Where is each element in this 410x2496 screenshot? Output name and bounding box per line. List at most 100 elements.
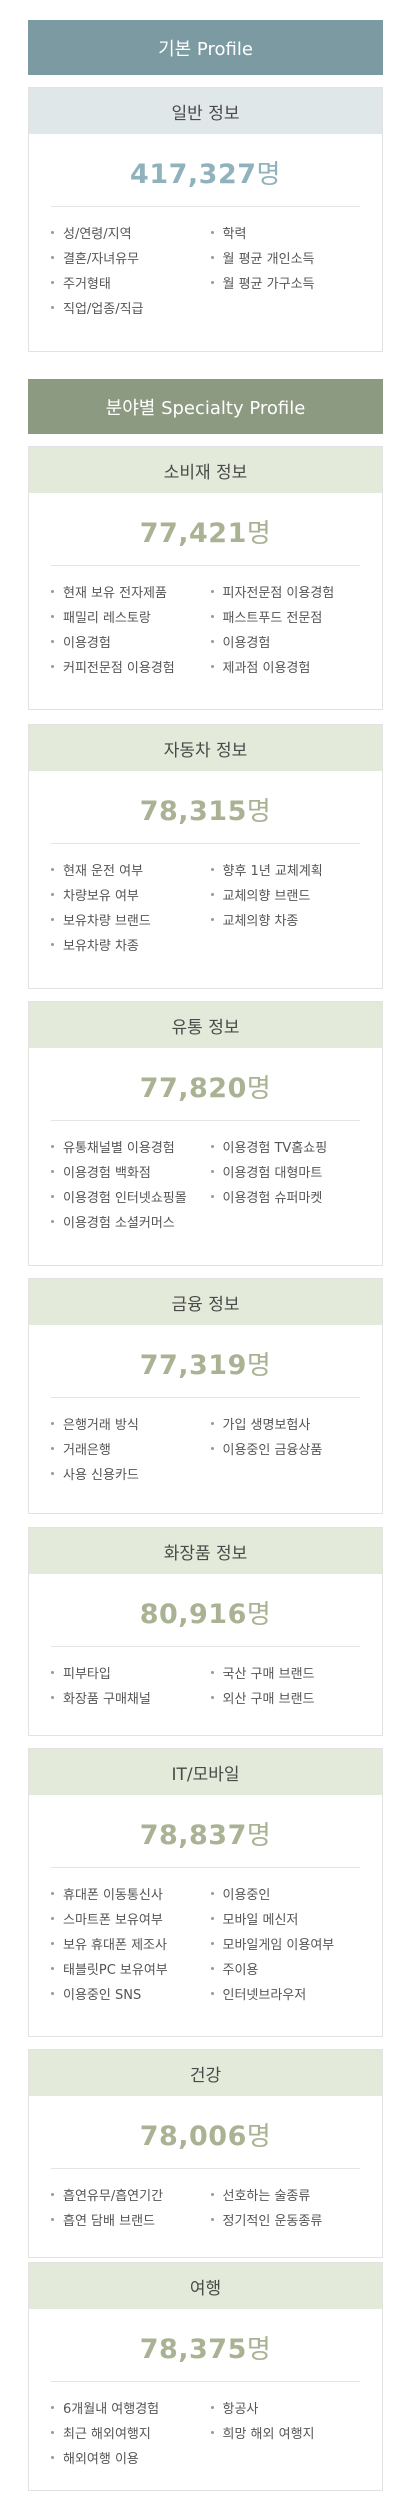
list-item: 휴대폰 이동통신사 <box>51 1884 201 1903</box>
list-item: 교체의향 브랜드 <box>210 885 361 904</box>
respondent-count: 417,327명 <box>29 154 382 191</box>
card-automotive: 자동차 정보 78,315명 현재 운전 여부 향후 1년 교체계획 차량보유 … <box>28 724 383 989</box>
bullet-icon <box>210 1170 214 1173</box>
card-title: 자동차 정보 <box>29 725 382 771</box>
card-title: IT/모바일 <box>29 1749 382 1795</box>
bullet-icon <box>210 1422 214 1425</box>
list-item: 월 평균 개인소득 <box>210 248 361 267</box>
count-number: 78,375 <box>139 2334 247 2365</box>
list-item: 최근 해외여행지 <box>51 2423 201 2442</box>
bullet-icon <box>210 281 214 284</box>
bullet-icon <box>51 306 54 309</box>
item-label: 패스트푸드 전문점 <box>222 611 323 626</box>
bullet-icon <box>51 1892 54 1895</box>
item-list: 성/연령/지역 학력 결혼/자녀유무 월 평균 개인소득 주거형태 월 평균 가… <box>29 207 382 317</box>
bullet-icon <box>51 281 54 284</box>
list-item: 현재 보유 전자제품 <box>51 582 201 601</box>
card-title: 유통 정보 <box>29 1002 382 1048</box>
bullet-icon <box>210 590 214 593</box>
item-label: 현재 운전 여부 <box>63 864 144 879</box>
item-label: 모바일 메신저 <box>222 1913 299 1928</box>
list-item: 이용경험 TV홈쇼핑 <box>210 1137 361 1156</box>
item-list: 피부타입 국산 구매 브랜드 화장품 구매채널 외산 구매 브랜드 <box>29 1647 382 1707</box>
item-label: 보유 휴대폰 제조사 <box>63 1938 167 1953</box>
list-item: 스마트폰 보유여부 <box>51 1909 201 1928</box>
item-list: 휴대폰 이동통신사 이용중인 스마트폰 보유여부 모바일 메신저 보유 휴대폰 … <box>29 1868 382 2003</box>
bullet-icon <box>210 2218 214 2221</box>
item-label: 화장품 구매채널 <box>63 1692 151 1707</box>
bullet-icon <box>51 2431 54 2434</box>
bullet-icon <box>51 231 54 234</box>
bullet-icon <box>51 1145 54 1148</box>
bullet-icon <box>210 1967 214 1970</box>
item-label: 휴대폰 이동통신사 <box>63 1888 163 1903</box>
item-label: 제과점 이용경험 <box>222 661 311 676</box>
bullet-icon <box>51 893 54 896</box>
item-label: 인터넷브라우저 <box>222 1988 307 2003</box>
list-item: 피부타입 <box>51 1663 201 1682</box>
list-item: 유통채널별 이용경험 <box>51 1137 201 1156</box>
item-label: 주거형태 <box>63 277 111 292</box>
bullet-icon <box>51 665 54 668</box>
item-list: 현재 운전 여부 향후 1년 교체계획 차량보유 여부 교체의향 브랜드 보유차… <box>29 844 382 954</box>
list-item: 사용 신용카드 <box>51 1464 201 1483</box>
list-item: 직업/업종/직급 <box>51 298 201 317</box>
bullet-icon <box>51 1220 54 1223</box>
bullet-icon <box>51 1195 54 1198</box>
bullet-icon <box>51 256 54 259</box>
bullet-icon <box>210 1917 214 1920</box>
specialty-profile-banner: 분야별 Specialty Profile <box>28 379 383 434</box>
count-unit: 명 <box>246 1821 272 1851</box>
bullet-icon <box>210 893 214 896</box>
item-label: 스마트폰 보유여부 <box>63 1913 163 1928</box>
item-label: 6개월내 여행경험 <box>63 2402 160 2417</box>
list-item: 주거형태 <box>51 273 201 292</box>
list-item: 국산 구매 브랜드 <box>210 1663 361 1682</box>
item-label: 결혼/자녀유무 <box>63 252 140 267</box>
list-item: 주이용 <box>210 1959 361 1978</box>
bullet-icon <box>51 943 54 946</box>
respondent-count: 77,319명 <box>29 1345 382 1382</box>
card-title: 화장품 정보 <box>29 1528 382 1574</box>
card-title: 여행 <box>29 2263 382 2309</box>
item-list: 유통채널별 이용경험 이용경험 TV홈쇼핑 이용경험 백화점 이용경험 대형마트… <box>29 1121 382 1231</box>
item-list: 현재 보유 전자제품 피자전문점 이용경험 패밀리 레스토랑 패스트푸드 전문점… <box>29 566 382 676</box>
count-unit: 명 <box>246 2122 272 2152</box>
respondent-count: 78,837명 <box>29 1815 382 1852</box>
respondent-count: 78,375명 <box>29 2329 382 2366</box>
bullet-icon <box>51 2193 54 2196</box>
list-item: 패스트푸드 전문점 <box>210 607 361 626</box>
item-label: 희망 해외 여행지 <box>222 2427 315 2442</box>
count-number: 417,327 <box>130 159 257 190</box>
list-item: 거래은행 <box>51 1439 201 1458</box>
bullet-icon <box>51 868 54 871</box>
bullet-icon <box>51 590 54 593</box>
bullet-icon <box>210 1195 214 1198</box>
item-label: 모바일게임 이용여부 <box>222 1938 335 1953</box>
item-label: 직업/업종/직급 <box>63 302 144 317</box>
item-label: 보유차량 차종 <box>63 939 139 954</box>
item-label: 흡연유무/흡연기간 <box>63 2189 164 2204</box>
list-item: 이용경험 <box>210 632 361 651</box>
item-label: 가입 생명보험사 <box>222 1418 311 1433</box>
profile-page: { "basic_banner": "기본 Profile", "special… <box>0 0 410 2496</box>
item-label: 교체의향 브랜드 <box>222 889 311 904</box>
respondent-count: 77,421명 <box>29 513 382 550</box>
card-consumer: 소비재 정보 77,421명 현재 보유 전자제품 피자전문점 이용경험 패밀리… <box>28 446 383 710</box>
item-label: 이용중인 금융상품 <box>222 1443 323 1458</box>
list-item: 인터넷브라우저 <box>210 1984 361 2003</box>
bullet-icon <box>210 1145 214 1148</box>
count-unit: 명 <box>246 2335 272 2365</box>
list-item: 보유 휴대폰 제조사 <box>51 1934 201 1953</box>
bullet-icon <box>210 2193 214 2196</box>
bullet-icon <box>51 2218 54 2221</box>
item-label: 외산 구매 브랜드 <box>222 1692 315 1707</box>
bullet-icon <box>51 918 54 921</box>
respondent-count: 77,820명 <box>29 1068 382 1105</box>
list-item: 학력 <box>210 223 361 242</box>
item-label: 이용경험 인터넷쇼핑몰 <box>63 1191 187 1206</box>
item-label: 선호하는 술종류 <box>222 2189 311 2204</box>
list-item: 외산 구매 브랜드 <box>210 1688 361 1707</box>
item-label: 흡연 담배 브랜드 <box>63 2214 155 2229</box>
item-list: 흡연유무/흡연기간 선호하는 술종류 흡연 담배 브랜드 정기적인 운동종류 <box>29 2169 382 2229</box>
